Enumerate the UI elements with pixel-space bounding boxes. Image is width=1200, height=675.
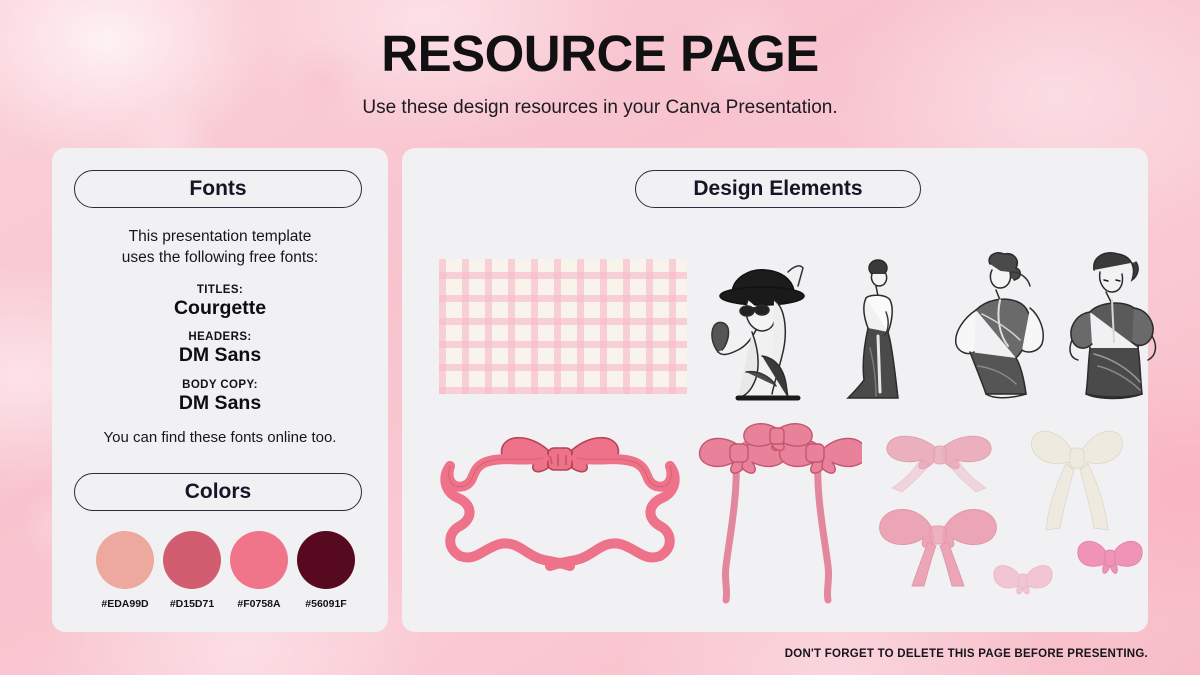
fashion-sketch-gown-lady <box>846 259 899 399</box>
color-swatch-1[interactable]: #EDA99D <box>96 531 154 610</box>
fonts-heading-label: Fonts <box>189 177 247 200</box>
color-swatch-dot <box>297 531 355 589</box>
color-swatch-3[interactable]: #F0758A <box>230 531 288 610</box>
fashion-sketch-hat-lady <box>711 265 805 401</box>
design-elements-heading: Design Elements <box>635 170 921 208</box>
font-group-body-copy: BODY COPY: DM Sans <box>52 379 388 415</box>
fashion-sketch-wrap-lady <box>955 252 1044 399</box>
fashion-sketch-puff-sleeve-lady <box>1069 252 1157 400</box>
watercolor-bow-small-pale <box>993 565 1053 595</box>
font-group-titles-name: Courgette <box>173 297 267 319</box>
font-group-headers-label: HEADERS: <box>188 331 252 343</box>
watercolor-bow-magenta <box>1077 540 1143 574</box>
fonts-section-heading: Fonts <box>74 170 362 208</box>
font-group-headers: HEADERS: DM Sans <box>52 331 388 367</box>
color-swatch-code: #EDA99D <box>101 598 149 610</box>
colors-heading-label: Colors <box>184 480 252 503</box>
color-swatch-dot <box>163 531 221 589</box>
slide-header: RESOURCE PAGE Use these design resources… <box>0 0 1200 119</box>
fonts-outro-text: You can find these fonts online too. <box>103 429 337 446</box>
triple-bow-arch <box>698 423 862 604</box>
font-group-titles: TITLES: Courgette <box>52 284 388 320</box>
color-swatch-code: #56091F <box>305 598 347 610</box>
fonts-and-colors-panel: Fonts This presentation template uses th… <box>52 148 388 632</box>
design-elements-panel: Design Elements <box>402 148 1157 632</box>
font-group-body-copy-name: DM Sans <box>178 392 262 414</box>
font-group-body-copy-label: BODY COPY: <box>182 379 258 391</box>
page-subtitle: Use these design resources in your Canva… <box>362 97 838 118</box>
delete-page-reminder: DON'T FORGET TO DELETE THIS PAGE BEFORE … <box>784 648 1148 660</box>
color-swatch-code: #D15D71 <box>169 598 215 610</box>
font-group-headers-name: DM Sans <box>178 344 262 366</box>
watercolor-bow-sheer-pink <box>886 435 992 493</box>
page-title: RESOURCE PAGE <box>381 25 819 82</box>
color-swatch-list: #EDA99D #D15D71 #F0758A #56091F <box>96 531 355 610</box>
font-group-titles-label: TITLES: <box>196 284 244 296</box>
color-swatch-code: #F0758A <box>237 598 281 610</box>
fonts-intro-text: This presentation template uses the foll… <box>52 226 388 269</box>
color-swatch-dot <box>230 531 288 589</box>
ribbon-bow-frame <box>440 436 680 571</box>
watercolor-bow-cream <box>1031 430 1123 531</box>
gingham-pattern-swatch <box>439 259 687 394</box>
fonts-intro-line-1: This presentation template <box>128 228 312 245</box>
color-swatch-2[interactable]: #D15D71 <box>163 531 221 610</box>
watercolor-bow-loop-pink <box>879 509 997 587</box>
design-elements-heading-label: Design Elements <box>693 177 863 200</box>
fonts-intro-line-2: uses the following free fonts: <box>121 249 319 267</box>
color-swatch-4[interactable]: #56091F <box>297 531 355 610</box>
color-swatch-dot <box>96 531 154 589</box>
colors-section-heading: Colors <box>74 473 362 511</box>
